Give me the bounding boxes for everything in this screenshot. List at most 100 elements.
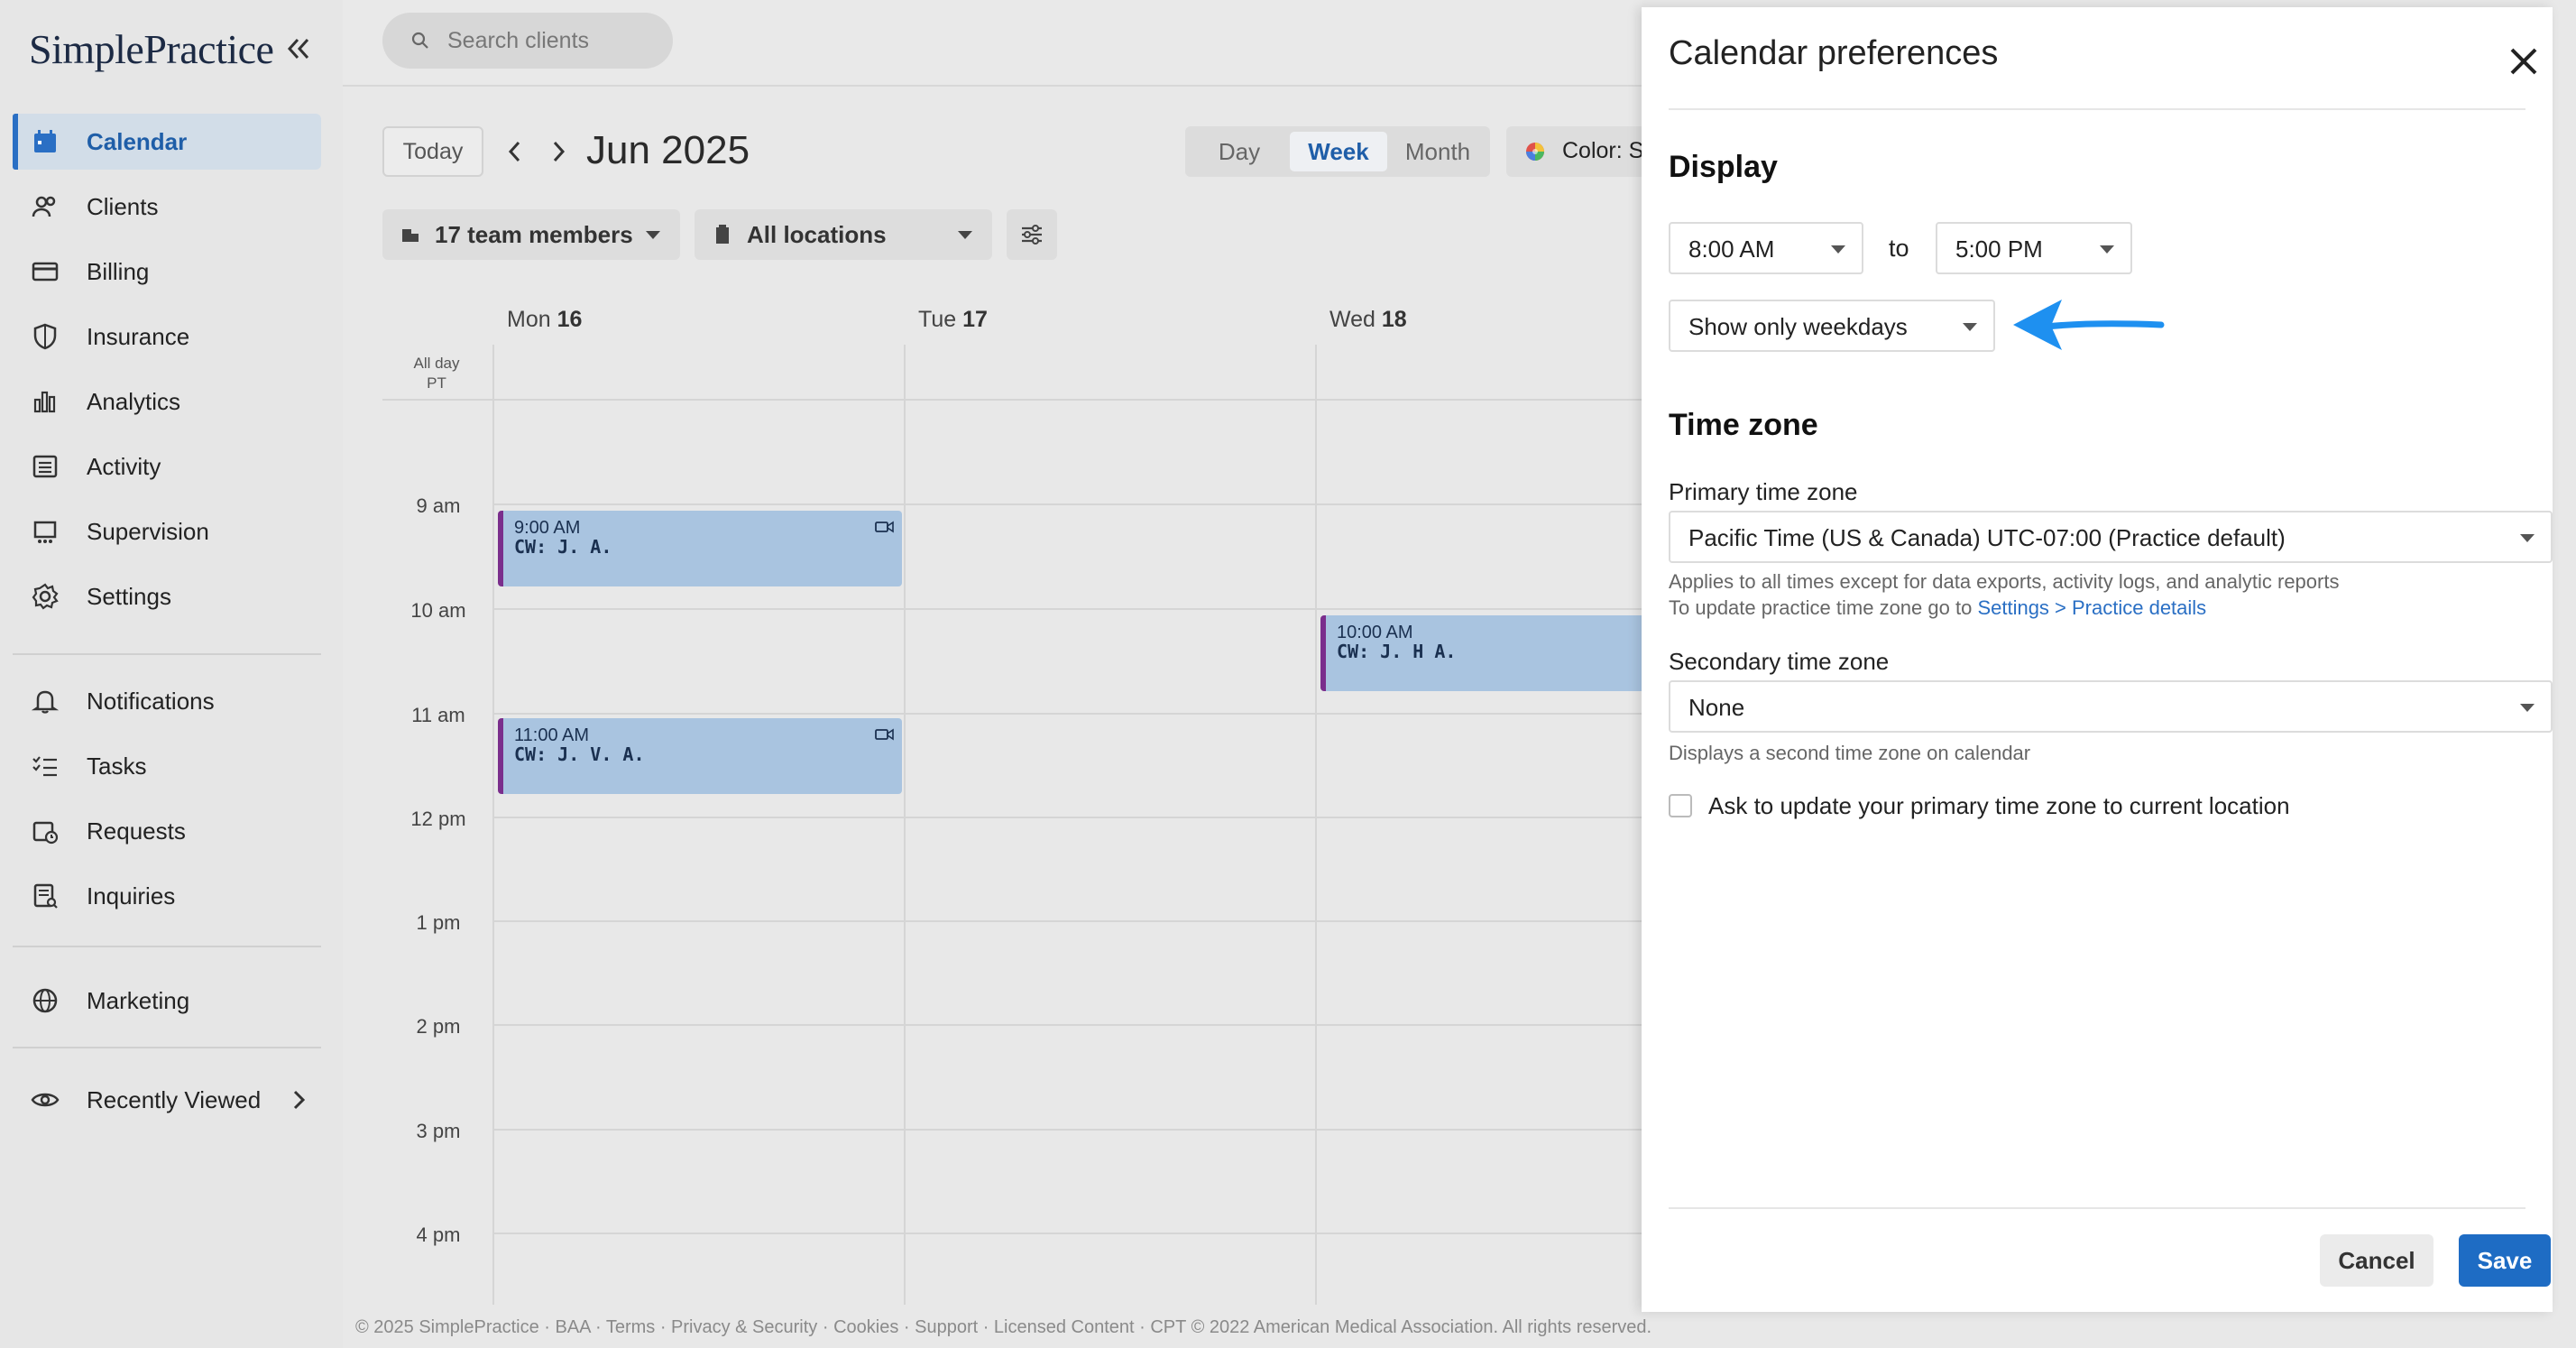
sidebar-item-supervision[interactable]: Supervision — [13, 503, 321, 559]
previous-icon[interactable] — [503, 137, 527, 166]
list-icon — [32, 455, 58, 478]
timezone-heading: Time zone — [1669, 408, 1818, 442]
day-header-mon[interactable]: Mon 16 — [507, 307, 582, 333]
sidebar-item-recently-viewed[interactable]: Recently Viewed — [13, 1072, 321, 1128]
supervision-icon — [33, 521, 57, 543]
annotation-arrow — [2013, 300, 2165, 350]
day-number: 16 — [557, 307, 583, 332]
grid-column-line — [904, 345, 906, 1305]
bell-icon — [31, 690, 60, 714]
sidebar-item-settings[interactable]: Settings — [13, 568, 321, 624]
app-logo[interactable]: SimplePractice — [29, 25, 274, 73]
chevron-right-icon — [293, 1090, 306, 1110]
day-header-tue[interactable]: Tue 17 — [918, 307, 988, 333]
hour-line — [492, 1024, 1642, 1026]
color-filter[interactable]: Color: S — [1506, 126, 1642, 177]
sidebar-item-analytics[interactable]: Analytics — [13, 374, 321, 429]
start-time-value: 8:00 AM — [1688, 235, 1775, 263]
start-time-select[interactable]: 8:00 AM — [1669, 222, 1863, 274]
day-header-wed[interactable]: Wed 18 — [1329, 307, 1407, 333]
video-icon — [875, 521, 894, 533]
sidebar-item-label: Billing — [87, 257, 150, 285]
hour-line — [492, 503, 1642, 505]
hour-line — [492, 1129, 1642, 1131]
search-bar[interactable]: Search clients — [382, 13, 673, 69]
close-icon[interactable] — [2507, 45, 2540, 78]
primary-timezone-hint: Applies to all times except for data exp… — [1669, 570, 2340, 593]
sidebar-item-requests[interactable]: Requests — [13, 803, 321, 859]
tasks-icon — [32, 756, 57, 777]
sidebar-item-notifications[interactable]: Notifications — [13, 673, 321, 729]
event-client: CW: J. H A. — [1337, 641, 1457, 662]
search-input[interactable]: Search clients — [447, 28, 589, 54]
tab-month[interactable]: Month — [1389, 132, 1486, 171]
primary-timezone-value: Pacific Time (US & Canada) UTC-07:00 (Pr… — [1688, 524, 2286, 551]
tab-day[interactable]: Day — [1191, 132, 1288, 171]
team-members-filter[interactable]: 17 team members — [382, 209, 680, 260]
secondary-timezone-select[interactable]: None — [1669, 680, 2553, 733]
inquiries-icon — [33, 883, 58, 909]
practice-details-link[interactable]: Settings > Practice details — [1977, 596, 2206, 619]
sidebar-item-insurance[interactable]: Insurance — [13, 309, 321, 365]
appointment-event[interactable]: 9:00 AM CW: J. A. — [498, 511, 902, 586]
sidebar-item-marketing[interactable]: Marketing — [13, 973, 321, 1029]
appointment-event[interactable]: 10:00 AM CW: J. H A. — [1320, 615, 1642, 691]
hour-label: 11 am — [411, 704, 465, 726]
sidebar-item-label: Supervision — [87, 517, 209, 545]
sidebar-item-clients[interactable]: Clients — [13, 179, 321, 235]
top-bar: Search clients — [343, 0, 1642, 87]
secondary-timezone-label: Secondary time zone — [1669, 648, 1890, 675]
hour-label: 4 pm — [416, 1223, 461, 1246]
sidebar-item-label: Calendar — [87, 127, 188, 155]
tab-week[interactable]: Week — [1290, 132, 1387, 171]
primary-timezone-select[interactable]: Pacific Time (US & Canada) UTC-07:00 (Pr… — [1669, 511, 2553, 563]
sidebar: SimplePractice Calendar Clients Billing … — [0, 0, 343, 1348]
to-label: to — [1889, 235, 1909, 262]
sidebar-item-billing[interactable]: Billing — [13, 244, 321, 300]
day-name: Wed — [1329, 307, 1375, 332]
timezone-abbr: PT — [427, 374, 446, 392]
cancel-button[interactable]: Cancel — [2320, 1234, 2433, 1287]
building-icon — [716, 225, 729, 244]
sidebar-item-inquiries[interactable]: Inquiries — [13, 868, 321, 924]
sidebar-item-label: Inquiries — [87, 882, 176, 909]
primary-timezone-label: Primary time zone — [1669, 478, 1858, 505]
end-time-select[interactable]: 5:00 PM — [1936, 222, 2132, 274]
locations-label: All locations — [747, 221, 887, 248]
sidebar-item-calendar[interactable]: Calendar — [13, 114, 321, 170]
calendar-preferences-panel: Calendar preferences Display 8:00 AM to … — [1642, 7, 2553, 1312]
color-wheel-icon — [1526, 143, 1544, 161]
sidebar-item-activity[interactable]: Activity — [13, 439, 321, 494]
all-day-divider — [382, 399, 1642, 401]
sidebar-item-label: Marketing — [87, 986, 190, 1014]
sidebar-divider — [13, 1047, 321, 1048]
panel-footer-divider — [1669, 1207, 2525, 1209]
days-shown-select[interactable]: Show only weekdays — [1669, 300, 1995, 352]
next-icon[interactable] — [547, 137, 570, 166]
chevron-down-icon — [646, 231, 660, 239]
appointment-event[interactable]: 11:00 AM CW: J. V. A. — [498, 718, 902, 794]
hour-label: 2 pm — [416, 1015, 461, 1038]
sliders-icon — [1022, 225, 1042, 245]
collapse-sidebar-icon[interactable] — [285, 32, 312, 65]
day-name: Tue — [918, 307, 957, 332]
chevron-down-icon — [2520, 704, 2535, 712]
calendar-settings-button[interactable] — [1007, 209, 1057, 260]
secondary-timezone-hint: Displays a second time zone on calendar — [1669, 742, 2031, 764]
secondary-timezone-value: None — [1688, 694, 1745, 721]
day-number: 17 — [962, 307, 988, 332]
update-timezone-label: Ask to update your primary time zone to … — [1708, 792, 2290, 819]
chevron-down-icon — [1963, 323, 1977, 331]
update-timezone-checkbox[interactable] — [1669, 794, 1692, 817]
save-button[interactable]: Save — [2459, 1234, 2551, 1287]
primary-timezone-hint-2: To update practice time zone go to Setti… — [1669, 596, 2206, 620]
locations-filter[interactable]: All locations — [695, 209, 992, 260]
hour-label: 9 am — [416, 494, 461, 517]
period-title: Jun 2025 — [586, 128, 750, 172]
requests-icon — [32, 821, 59, 845]
sidebar-item-tasks[interactable]: Tasks — [13, 738, 321, 794]
days-shown-value: Show only weekdays — [1688, 313, 1908, 340]
clients-icon — [32, 196, 56, 217]
sidebar-divider — [13, 946, 321, 947]
today-button[interactable]: Today — [382, 126, 483, 177]
